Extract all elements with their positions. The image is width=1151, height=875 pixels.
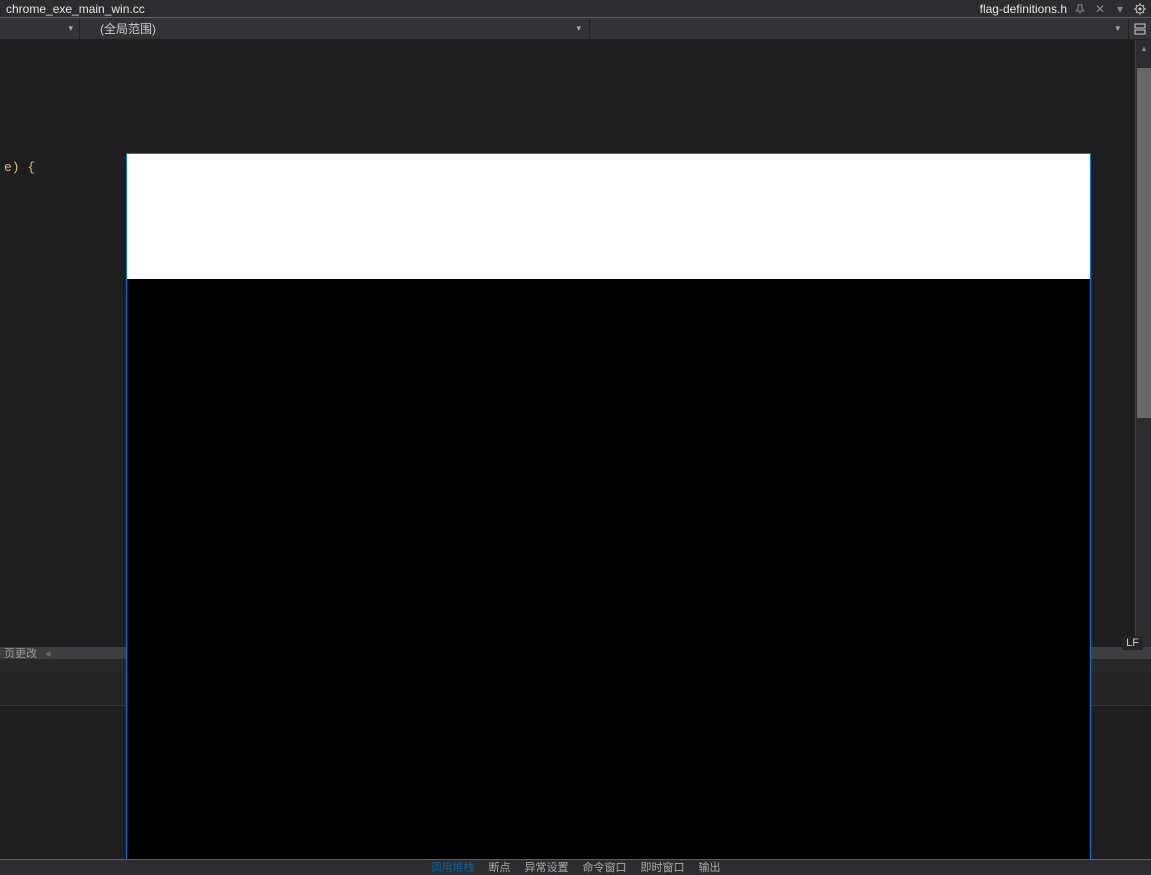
split-horizontal-icon[interactable] (1133, 22, 1147, 36)
chevron-down-icon: ▾ (1115, 23, 1120, 34)
scope-bar: ▾ (全局范围) ▾ ▾ (0, 18, 1151, 40)
line-ending-indicator[interactable]: LF (1122, 636, 1143, 650)
close-icon[interactable]: ✕ (1093, 2, 1107, 16)
tab-file-left[interactable]: chrome_exe_main_win.cc (0, 2, 145, 16)
scope-dropdown-project[interactable]: ▾ (0, 19, 80, 39)
chevron-down-icon[interactable]: ▾ (1113, 2, 1127, 16)
chevron-left-icon[interactable]: ◂ (45, 647, 51, 660)
scope-dropdown-scope[interactable]: (全局范围) ▾ (80, 19, 590, 39)
tab-command-window[interactable]: 命令窗口 (583, 859, 627, 875)
chevron-down-icon: ▾ (576, 23, 581, 34)
pin-icon[interactable] (1073, 2, 1087, 16)
tab-bar: chrome_exe_main_win.cc flag-definitions.… (0, 0, 1151, 18)
tab-file-right[interactable]: flag-definitions.h (980, 2, 1067, 16)
tab-immediate-window[interactable]: 即时窗口 (641, 859, 685, 875)
scrollbar-thumb[interactable] (1137, 68, 1151, 418)
vertical-scrollbar[interactable]: ▴ (1135, 40, 1151, 647)
tab-exception-settings[interactable]: 异常设置 (525, 859, 569, 875)
tab-breakpoints[interactable]: 断点 (489, 859, 511, 875)
scope-dropdown-member[interactable]: ▾ (590, 19, 1129, 39)
launched-app-window[interactable] (126, 153, 1091, 860)
gear-icon[interactable] (1133, 2, 1147, 16)
scope-label: (全局范围) (100, 20, 156, 37)
chevron-down-icon: ▾ (68, 23, 73, 34)
launched-app-white-panel (127, 154, 1090, 279)
scroll-up-icon[interactable]: ▴ (1136, 40, 1151, 56)
bottom-tab-bar: 调用堆栈 断点 异常设置 命令窗口 即时窗口 输出 (0, 859, 1151, 873)
code-fragment: e) { (4, 160, 35, 175)
tab-callstack[interactable]: 调用堆栈 (431, 859, 475, 875)
tab-output[interactable]: 输出 (699, 859, 721, 875)
pending-changes-label: 页更改 (4, 645, 37, 661)
